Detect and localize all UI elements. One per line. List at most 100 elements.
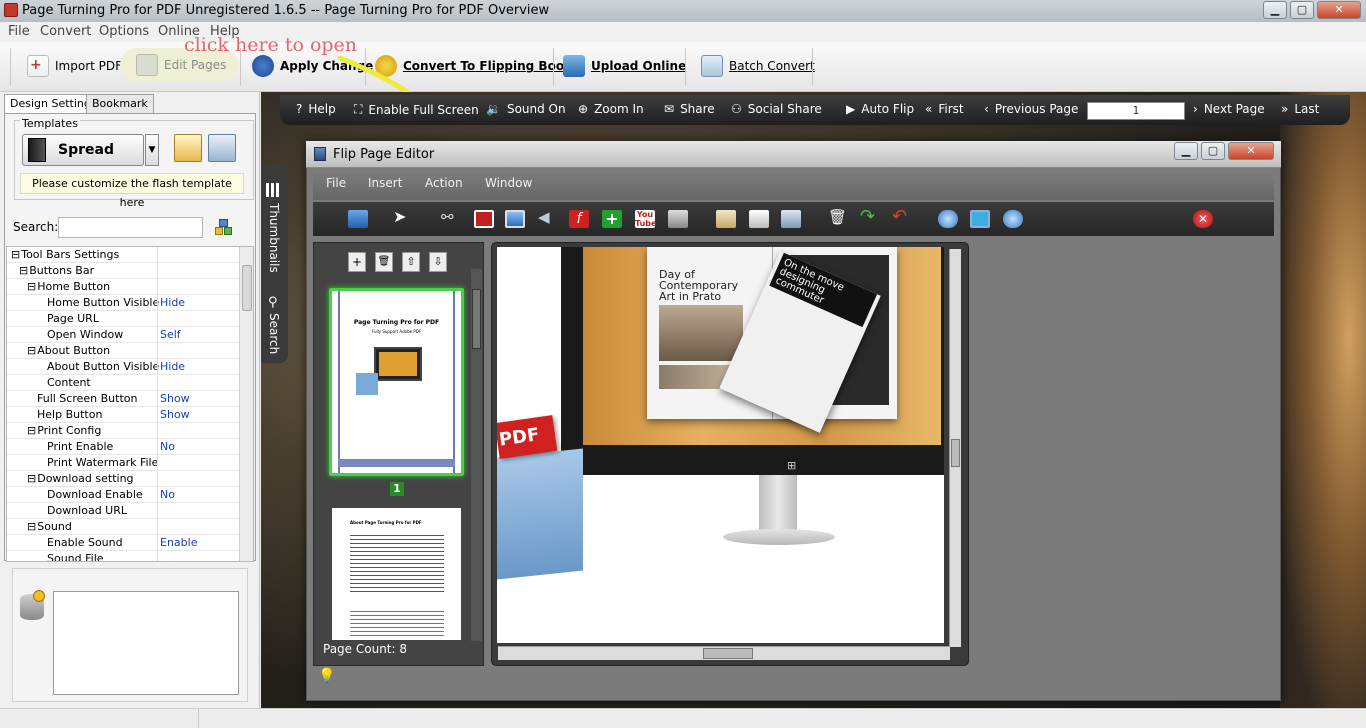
settings-row[interactable]: Help Button Show [7, 407, 239, 423]
collapse-icon[interactable]: ⊟ [27, 344, 36, 357]
delete-page-icon[interactable]: 🗑 [375, 252, 393, 272]
settings-row[interactable]: ⊟Sound [7, 519, 239, 535]
youtube-icon[interactable]: You Tube [635, 210, 656, 228]
template-dropdown[interactable]: ▼ [145, 134, 159, 166]
page-number-icon[interactable] [781, 210, 801, 228]
settings-row[interactable]: Print Watermark File [7, 455, 239, 471]
zoom-out-icon[interactable] [938, 210, 958, 228]
move-up-icon[interactable]: ⇧ [402, 252, 420, 272]
thumbnail-page-1[interactable]: Page Turning Pro for PDF Fully Support A… [329, 288, 464, 476]
undo-icon[interactable]: ↶ [892, 206, 912, 227]
template-spread-button[interactable]: Spread [22, 134, 144, 166]
editor-minimize-button[interactable]: ▁ [1174, 142, 1198, 160]
paste-icon[interactable] [716, 210, 736, 228]
collapse-icon[interactable]: ⊟ [27, 424, 36, 437]
magnifier-icon: ⚲ [268, 295, 278, 310]
export-template-icon[interactable] [208, 134, 236, 162]
save-icon[interactable] [348, 210, 368, 228]
viewer-hscrollbar[interactable] [498, 646, 950, 660]
sound-icon[interactable]: ◀ [538, 208, 558, 226]
fit-icon[interactable] [970, 210, 990, 228]
viewer-vscrollbar[interactable] [949, 249, 961, 647]
settings-row-name: Print Enable [47, 440, 114, 453]
editor-menu-insert[interactable]: Insert [368, 176, 402, 190]
side-tab-search[interactable]: Search [267, 313, 281, 354]
settings-row[interactable]: ⊟Print Config [7, 423, 239, 439]
settings-row[interactable]: Download URL [7, 503, 239, 519]
player-last-button[interactable]: » Last [1281, 102, 1319, 116]
copy-icon[interactable] [749, 210, 769, 228]
edit-template-icon[interactable] [174, 134, 202, 162]
delete-icon[interactable]: 🗑 [828, 208, 848, 226]
player-sound-button[interactable]: 🔉 Sound On [486, 102, 566, 116]
batch-convert-button[interactable]: Batch Convert [701, 52, 815, 80]
player-help-button[interactable]: ? Help [296, 102, 336, 116]
template-note[interactable]: Please customize the flash template here [20, 173, 244, 209]
pointer-icon[interactable]: ➤ [393, 207, 413, 226]
editor-maximize-button[interactable]: ▢ [1201, 142, 1225, 160]
settings-row[interactable]: Print Enable No [7, 439, 239, 455]
minimize-button[interactable]: ▁ [1263, 1, 1287, 19]
editor-close-button[interactable]: ✕ [1228, 142, 1274, 160]
player-social-share-button[interactable]: ⚇ Social Share [731, 102, 822, 116]
settings-row[interactable]: Sound File [7, 551, 239, 561]
settings-row[interactable]: Open Window Self [7, 327, 239, 343]
settings-row[interactable]: Page URL [7, 311, 239, 327]
player-previous-button[interactable]: ‹ Previous Page [984, 102, 1078, 116]
menu-options[interactable]: Options [99, 24, 149, 39]
video-icon[interactable] [474, 210, 494, 228]
settings-row[interactable]: Enable Sound Enable [7, 535, 239, 551]
settings-row[interactable]: Home Button Visible Hide [7, 295, 239, 311]
move-down-icon[interactable]: ⇩ [429, 252, 447, 272]
editor-menu-file[interactable]: File [326, 176, 346, 190]
settings-row[interactable]: ⊟About Button [7, 343, 239, 359]
player-first-button[interactable]: «First [925, 102, 964, 116]
collapse-icon[interactable]: ⊟ [27, 520, 36, 533]
settings-row[interactable]: About Button Visible Hide [7, 359, 239, 375]
settings-row[interactable]: Content [7, 375, 239, 391]
close-button[interactable]: ✕ [1317, 1, 1361, 19]
exit-icon[interactable]: ✕ [1193, 210, 1213, 228]
search-input[interactable] [58, 217, 203, 238]
image-icon[interactable] [505, 210, 525, 228]
player-zoom-button[interactable]: ⊕ Zoom In [578, 102, 644, 116]
menu-file[interactable]: File [8, 24, 30, 39]
print-icon[interactable] [668, 210, 688, 228]
upload-online-button[interactable]: Upload Online [563, 52, 686, 80]
tab-bookmark[interactable]: Bookmark [86, 94, 154, 113]
zoom-in-icon[interactable] [1003, 210, 1023, 228]
settings-row[interactable]: ⊟Buttons Bar [7, 263, 239, 279]
settings-row[interactable]: ⊟Download setting [7, 471, 239, 487]
search-settings-icon[interactable] [213, 217, 235, 239]
settings-row[interactable]: ⊟Tool Bars Settings [7, 247, 239, 263]
side-tab-thumbnails[interactable]: Thumbnails [267, 203, 281, 273]
menu-convert[interactable]: Convert [40, 24, 91, 39]
settings-row[interactable]: ⊟Home Button [7, 279, 239, 295]
player-fullscreen-button[interactable]: ⛶ Enable Full Screen [354, 102, 479, 117]
flash-icon[interactable]: f [569, 210, 589, 228]
settings-row[interactable]: Full Screen Button Show [7, 391, 239, 407]
add-page-icon[interactable]: + [348, 252, 366, 272]
settings-scrollbar[interactable] [239, 247, 253, 561]
redo-icon[interactable]: ↷ [860, 206, 880, 227]
editor-menu-window[interactable]: Window [485, 176, 532, 190]
thumbnail-page-2[interactable]: About Page Turning Pro for PDF [332, 508, 461, 640]
collapse-icon[interactable]: ⊟ [27, 472, 36, 485]
add-icon[interactable]: + [602, 210, 622, 228]
tab-design-setting[interactable]: Design Setting [4, 94, 97, 113]
collapse-icon[interactable]: ⊟ [11, 248, 20, 261]
player-share-button[interactable]: ✉ Share [664, 102, 715, 116]
import-pdf-button[interactable]: + Import PDF [27, 52, 122, 80]
player-auto-flip-button[interactable]: ▶ Auto Flip [846, 102, 914, 116]
editor-menu-action[interactable]: Action [425, 176, 463, 190]
settings-row[interactable]: Download Enable No [7, 487, 239, 503]
player-toolbar: ? Help ⛶ Enable Full Screen 🔉 Sound On ⊕ Zoo… [280, 95, 1350, 125]
link-icon[interactable]: ⚯ [441, 208, 461, 226]
thumbnail-scrollbar[interactable] [471, 269, 482, 641]
collapse-icon[interactable]: ⊟ [19, 264, 28, 277]
maximize-button[interactable]: ▢ [1290, 1, 1314, 19]
collapse-icon[interactable]: ⊟ [27, 280, 36, 293]
settings-row-name: ⊟Print Config [27, 424, 102, 437]
player-next-button[interactable]: › Next Page [1193, 102, 1265, 116]
page-number-input[interactable]: 1 [1087, 102, 1185, 120]
